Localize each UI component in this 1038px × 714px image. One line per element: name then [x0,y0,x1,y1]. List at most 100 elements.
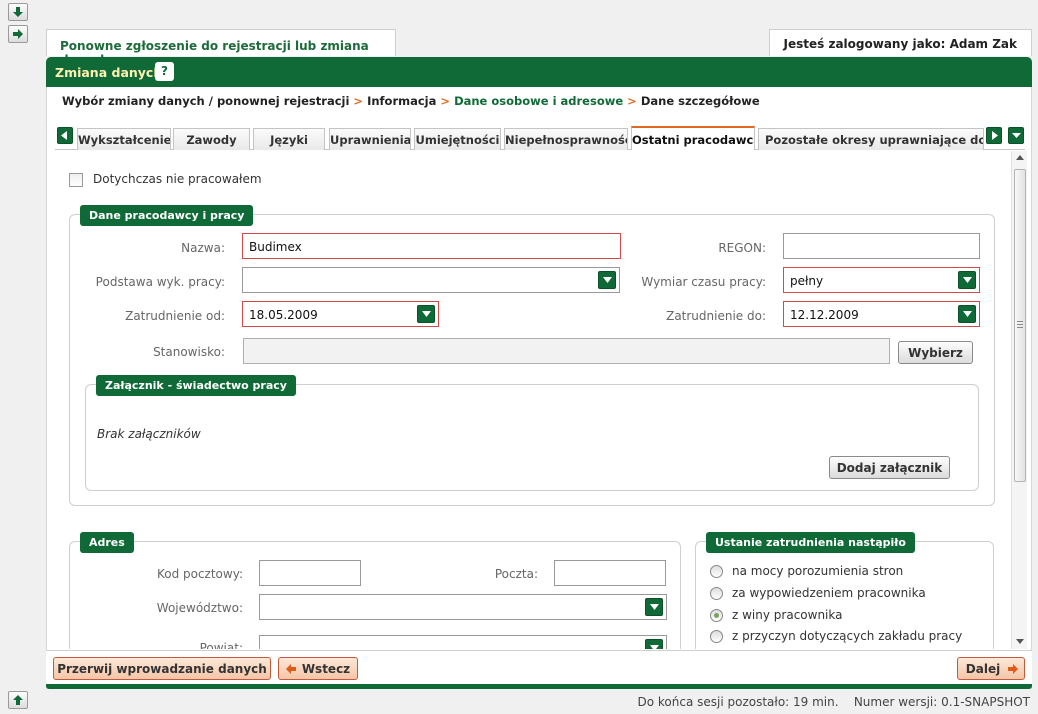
radio-employee-fault[interactable] [710,609,723,622]
dropdown-toggle[interactable] [645,639,663,649]
from-date-value: 18.05.2009 [249,308,318,322]
radio-mutual-agreement[interactable] [710,565,723,578]
scrollbar-thumb[interactable] [1014,169,1026,482]
never-worked-label: Dotychczas nie pracowałem [93,172,262,186]
tab-zawody[interactable]: Zawody [173,128,250,150]
page-tab[interactable]: Ponowne zgłoszenie do rejestracji lub zm… [46,29,396,67]
position-input[interactable] [243,338,890,364]
help-button[interactable]: ? [155,62,174,81]
collapse-down-button[interactable] [8,3,28,21]
main-panel: Wybór zmiany danych / ponownej rejestrac… [46,87,1032,689]
main-header: Zmiana danych ? [46,57,1032,87]
calendar-toggle[interactable] [417,305,435,323]
chevron-right-icon [992,131,998,140]
from-date-input[interactable]: 18.05.2009 [242,301,439,327]
tab-jezyki[interactable]: Języki [253,128,325,150]
name-label: Nazwa: [181,241,225,255]
grip-line [1017,321,1023,322]
collapse-up-button[interactable] [8,691,28,709]
chevron-down-icon [962,277,972,283]
basis-select[interactable] [242,267,620,293]
never-worked-checkbox[interactable] [69,173,83,187]
name-input[interactable]: Budimex [242,233,621,259]
user-name: Adam Zak [949,37,1017,51]
district-label: Powiat: [199,641,243,649]
regon-label: REGON: [718,241,766,255]
tab-scroll-left-button[interactable] [57,127,73,144]
radio-employee-notice[interactable] [710,587,723,600]
arrow-right-icon [1008,664,1018,674]
attachment-section-title: Załącznik - świadectwo pracy [96,375,296,396]
postal-code-input[interactable] [259,560,361,586]
post-office-input[interactable] [554,560,666,586]
scroll-up-arrow-icon[interactable] [1016,155,1024,160]
grip-line [1017,324,1023,325]
regon-input[interactable] [783,233,980,259]
tab-bar: Wykształcenie Zawody Języki Uprawnienia … [55,125,1025,150]
to-date-input[interactable]: 12.12.2009 [783,301,980,327]
version-info: Numer wersji: 0.1-SNAPSHOT [853,695,1030,709]
tab-list-dropdown-button[interactable] [1008,127,1024,144]
calendar-toggle[interactable] [958,305,976,323]
tab-uprawnienia[interactable]: Uprawnienia [329,128,411,150]
chevron-down-icon [649,604,659,610]
abort-entry-button[interactable]: Przerwij wprowadzanie danych [53,657,271,680]
back-button[interactable]: Wstecz [278,657,358,680]
chevron-down-icon [421,311,431,317]
scroll-down-arrow-icon[interactable] [1016,639,1024,644]
breadcrumb-separator: > [440,94,451,108]
termination-section-title: Ustanie zatrudnienia nastąpiło [706,532,915,553]
radio-label: z przyczyn dotyczących zakładu pracy [732,629,963,643]
dropdown-toggle[interactable] [598,271,616,289]
to-date-value: 12.12.2009 [790,308,859,322]
dropdown-toggle[interactable] [958,271,976,289]
dropdown-toggle[interactable] [645,598,663,616]
chevron-left-icon [61,131,67,140]
arrow-right-icon [13,29,23,39]
breadcrumb-item[interactable]: Informacja [367,94,436,108]
address-section-title: Adres [80,532,134,553]
voivodeship-select[interactable] [259,594,667,620]
page-title: Zmiana danych [55,65,163,80]
radio-label: z winy pracownika [732,608,843,622]
next-label: Dalej [965,662,1001,676]
choose-position-button[interactable]: Wybierz [898,341,973,364]
top-bar: Ponowne zgłoszenie do rejestracji lub zm… [46,26,1032,67]
breadcrumb-item[interactable]: Dane osobowe i adresowe [454,94,623,108]
bottom-green-bar [46,684,1032,689]
breadcrumb: Wybór zmiany danych / ponownej rejestrac… [62,94,760,108]
radio-label: na mocy porozumienia stron [732,564,904,578]
worktime-value: pełny [790,274,824,288]
to-label: Zatrudnienie do: [666,309,766,323]
grip-line [1017,327,1023,328]
tab-ostatni-pracodawca[interactable]: Ostatni pracodawca [631,126,755,150]
vertical-scrollbar[interactable] [1011,151,1027,649]
tab-pozostale-okresy[interactable]: Pozostałe okresy uprawniające do zasiłku [758,128,984,150]
tab-wyksztalcenie[interactable]: Wykształcenie [77,128,171,150]
expand-right-button[interactable] [8,25,28,43]
arrow-up-icon [13,695,23,705]
next-button[interactable]: Dalej [957,657,1025,680]
breadcrumb-item[interactable]: Wybór zmiany danych / ponownej rejestrac… [62,94,349,108]
tab-scroll-right-button[interactable] [986,127,1002,144]
voivodeship-label: Województwo: [156,601,243,615]
login-info: Jesteś zalogowany jako: Adam Zak [768,29,1032,56]
worktime-select[interactable]: pełny [783,267,980,293]
back-label: Wstecz [301,662,351,676]
postal-code-label: Kod pocztowy: [156,567,243,581]
footer-bar: Przerwij wprowadzanie danych Wstecz Dale… [46,650,1032,686]
session-timer: Do końca sesji pozostało: 19 min. [637,695,839,709]
login-prefix: Jesteś zalogowany jako: [783,37,946,51]
chevron-down-icon [602,277,612,283]
no-attachments-text: Brak załączników [97,427,201,441]
post-office-label: Poczta: [494,567,538,581]
tab-niepelnosprawnosc[interactable]: Niepełnosprawność [504,128,628,150]
breadcrumb-item-current: Dane szczegółowe [640,94,760,108]
breadcrumb-separator: > [353,94,364,108]
worktime-label: Wymiar czasu pracy: [641,275,766,289]
district-select[interactable] [259,635,667,649]
basis-label: Podstawa wyk. pracy: [95,275,225,289]
tab-umiejetnosci[interactable]: Umiejętności [414,128,501,150]
radio-employer-reasons[interactable] [710,630,723,643]
add-attachment-button[interactable]: Dodaj załącznik [829,456,950,479]
